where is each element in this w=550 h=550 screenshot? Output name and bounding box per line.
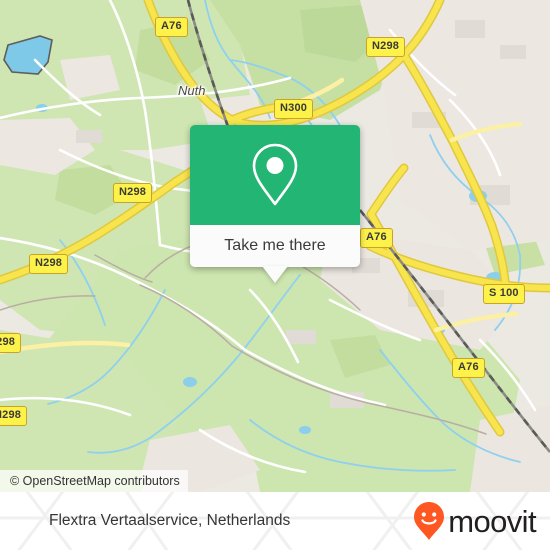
road-shield-n298-mid[interactable]: N298: [113, 183, 153, 203]
road-shield-n300[interactable]: N300: [274, 99, 314, 119]
map-pin-icon: [252, 143, 298, 206]
road-shield-n298-edge-sw[interactable]: N298: [0, 406, 28, 426]
page-title: Flextra Vertaalservice, Netherlands: [49, 512, 291, 529]
place-label-nuth: Nuth: [178, 83, 206, 98]
popup-pin-area: [190, 125, 360, 225]
moovit-pin-smile-icon: [414, 502, 445, 540]
road-shield-n298-edge-w[interactable]: N298: [0, 333, 22, 353]
road-shield-s100[interactable]: S 100: [483, 284, 525, 304]
osm-attribution[interactable]: © OpenStreetMap contributors: [0, 470, 188, 492]
road-shield-a76-east[interactable]: A76: [360, 228, 393, 248]
take-me-there-label: Take me there: [224, 237, 326, 254]
road-shield-n298-west[interactable]: N298: [29, 254, 69, 274]
map-canvas[interactable]: Nuth A76 N298 N300 N298 A76 N298 S 100 N…: [0, 0, 550, 492]
moovit-map-screenshot: Nuth A76 N298 N300 N298 A76 N298 S 100 N…: [0, 0, 550, 550]
road-shield-a76-south[interactable]: A76: [452, 358, 485, 378]
popup-action-area[interactable]: Take me there: [190, 225, 360, 283]
footer-bar: Flextra Vertaalservice, Netherlands moov…: [0, 492, 550, 550]
road-shield-n298-ne[interactable]: N298: [366, 37, 406, 57]
location-popup-card[interactable]: Take me there: [190, 125, 360, 283]
popup-tail: [262, 266, 288, 283]
moovit-wordmark: moovit: [448, 503, 536, 539]
moovit-logo[interactable]: moovit: [412, 501, 537, 541]
road-shield-a76-nw[interactable]: A76: [155, 17, 188, 37]
